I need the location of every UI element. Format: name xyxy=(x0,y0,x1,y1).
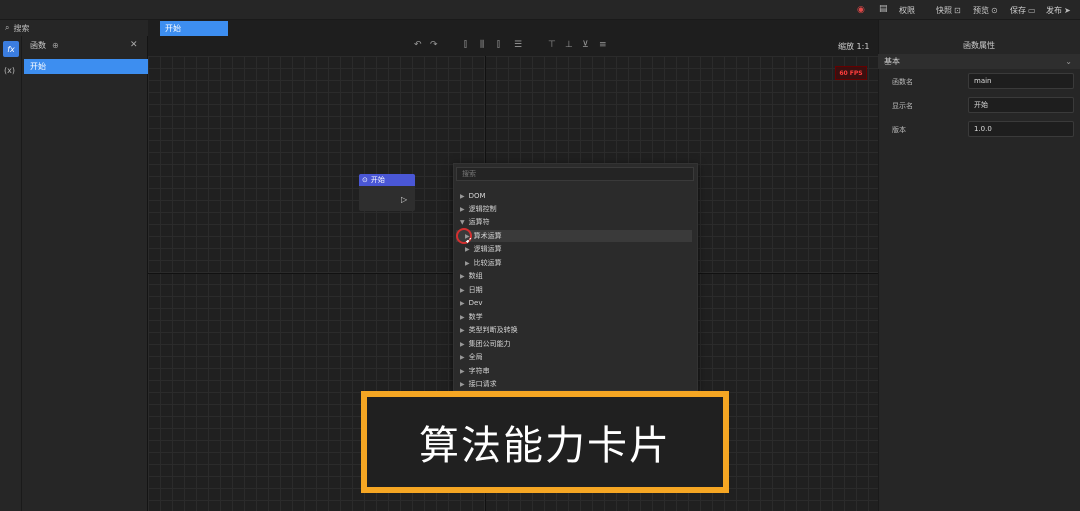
save-button[interactable]: 保存 ▭ xyxy=(1010,4,1036,16)
align-bottom-icon[interactable]: ⊻ xyxy=(582,40,589,50)
menu-item-logic-control[interactable]: ▶ 逻辑控制 xyxy=(460,203,497,215)
publish-button[interactable]: 发布 ➤ xyxy=(1046,4,1071,16)
start-node-header[interactable]: ⊙ 开始 xyxy=(359,174,415,186)
eye-icon: ⊙ xyxy=(991,5,998,15)
snapshot-button[interactable]: 快照 ⊡ xyxy=(936,4,961,16)
version-field[interactable]: 1.0.0 xyxy=(968,121,1074,137)
chevron-down-icon: ⌄ xyxy=(1065,57,1072,66)
align-left-icon[interactable]: ⫿ xyxy=(464,40,467,50)
top-bar xyxy=(0,0,1080,20)
menu-item-comparison[interactable]: ▶ 比较运算 xyxy=(465,257,502,269)
node-search-input[interactable]: 搜索 xyxy=(456,167,694,181)
add-function-icon[interactable]: ⊕ xyxy=(52,41,59,50)
prop-label-display-name: 显示名 xyxy=(892,102,913,110)
chevron-right-icon: ▶ xyxy=(460,353,465,361)
permission-button[interactable]: 权限 xyxy=(899,4,915,16)
search-input[interactable]: 搜索 xyxy=(13,23,29,34)
canvas-toolbar xyxy=(148,38,878,56)
caption-text: 算法能力卡片 xyxy=(419,423,671,469)
chevron-right-icon: ▶ xyxy=(460,326,465,334)
exec-output-port-icon[interactable]: ▷ xyxy=(401,195,407,204)
undo-icon[interactable]: ↶ xyxy=(414,40,422,50)
menu-item-date[interactable]: ▶ 日期 xyxy=(460,284,483,296)
section-basic[interactable]: 基本 ⌄ xyxy=(878,54,1080,69)
section-basic-label: 基本 xyxy=(884,57,900,66)
chevron-right-icon: ▶ xyxy=(460,205,465,213)
start-node-title: 开始 xyxy=(370,176,385,184)
chevron-right-icon: ▶ xyxy=(460,299,465,307)
chevron-right-icon: ▶ xyxy=(460,313,465,321)
preview-button[interactable]: 预览 ⊙ xyxy=(973,4,998,16)
chevron-right-icon: ▶ xyxy=(465,245,470,253)
functions-tab-button[interactable]: fx xyxy=(3,41,19,57)
video-caption-box: 算法能力卡片 xyxy=(361,391,729,493)
record-icon[interactable]: ◉ xyxy=(857,5,865,15)
variable-label: (x) xyxy=(4,66,15,75)
fx-icon: fx xyxy=(7,44,15,54)
function-item-start[interactable]: 开始 xyxy=(24,59,148,74)
redo-icon[interactable]: ↷ xyxy=(430,40,438,50)
send-icon: ➤ xyxy=(1064,5,1071,15)
panel-icon[interactable]: ▤ xyxy=(879,4,888,14)
play-icon: ⊙ xyxy=(362,176,368,184)
align-center-icon[interactable]: ⫼ xyxy=(480,40,484,50)
chevron-right-icon: ▶ xyxy=(460,286,465,294)
mouse-cursor-icon: ➹ xyxy=(465,236,473,246)
properties-panel xyxy=(878,20,1080,511)
menu-item-global[interactable]: ▶ 全局 xyxy=(460,351,483,363)
menu-item-dom[interactable]: ▶ DOM xyxy=(460,190,486,202)
distribute-icon[interactable]: ☰ xyxy=(514,40,522,50)
chevron-right-icon: ▶ xyxy=(460,340,465,348)
align-top-icon[interactable]: ⊤ xyxy=(548,40,556,50)
chevron-down-icon: ▼ xyxy=(460,218,465,226)
variables-tab-button[interactable]: (x) xyxy=(4,66,15,75)
menu-item-string[interactable]: ▶ 字符串 xyxy=(460,365,490,377)
menu-item-array[interactable]: ▶ 数组 xyxy=(460,270,483,282)
left-rail xyxy=(0,36,22,511)
menu-item-dev[interactable]: ▶ Dev xyxy=(460,297,482,309)
distribute-vertical-icon[interactable]: ≡ xyxy=(599,40,607,50)
display-name-field[interactable]: 开始 xyxy=(968,97,1074,113)
save-icon: ▭ xyxy=(1028,5,1036,15)
menu-item-type-conversion[interactable]: ▶ 类型判断及转换 xyxy=(460,324,518,336)
close-icon[interactable]: ✕ xyxy=(130,40,138,50)
chevron-right-icon: ▶ xyxy=(460,380,465,388)
camera-icon: ⊡ xyxy=(954,5,961,15)
tab-start[interactable]: 开始 xyxy=(160,21,228,36)
menu-item-math[interactable]: ▶ 数学 xyxy=(460,311,483,323)
left-search[interactable]: ⌕ 搜索 xyxy=(0,20,148,36)
prop-label-version: 版本 xyxy=(892,126,906,134)
prop-label-function-name: 函数名 xyxy=(892,78,913,86)
properties-title: 函数属性 xyxy=(963,41,995,50)
fps-counter: 60 FPS xyxy=(835,66,867,80)
chevron-right-icon: ▶ xyxy=(465,259,470,267)
zoom-label[interactable]: 缩放 1:1 xyxy=(838,41,869,52)
node-picker-menu xyxy=(453,163,698,391)
menu-item-group-company[interactable]: ▶ 集团公司能力 xyxy=(460,338,511,350)
menu-item-operators[interactable]: ▼ 运算符 xyxy=(460,216,490,228)
menu-item-api-request[interactable]: ▶ 接口请求 xyxy=(460,378,497,390)
align-middle-icon[interactable]: ⊥ xyxy=(565,40,573,50)
functions-title: 函数 xyxy=(30,40,46,50)
tab-strip xyxy=(148,20,878,38)
chevron-right-icon: ▶ xyxy=(460,192,465,200)
chevron-right-icon: ▶ xyxy=(460,272,465,280)
function-name-field[interactable]: main xyxy=(968,73,1074,89)
chevron-right-icon: ▶ xyxy=(460,367,465,375)
search-icon: ⌕ xyxy=(5,23,10,32)
function-list-panel xyxy=(22,36,148,511)
align-right-icon[interactable]: ⫿ xyxy=(497,40,500,50)
